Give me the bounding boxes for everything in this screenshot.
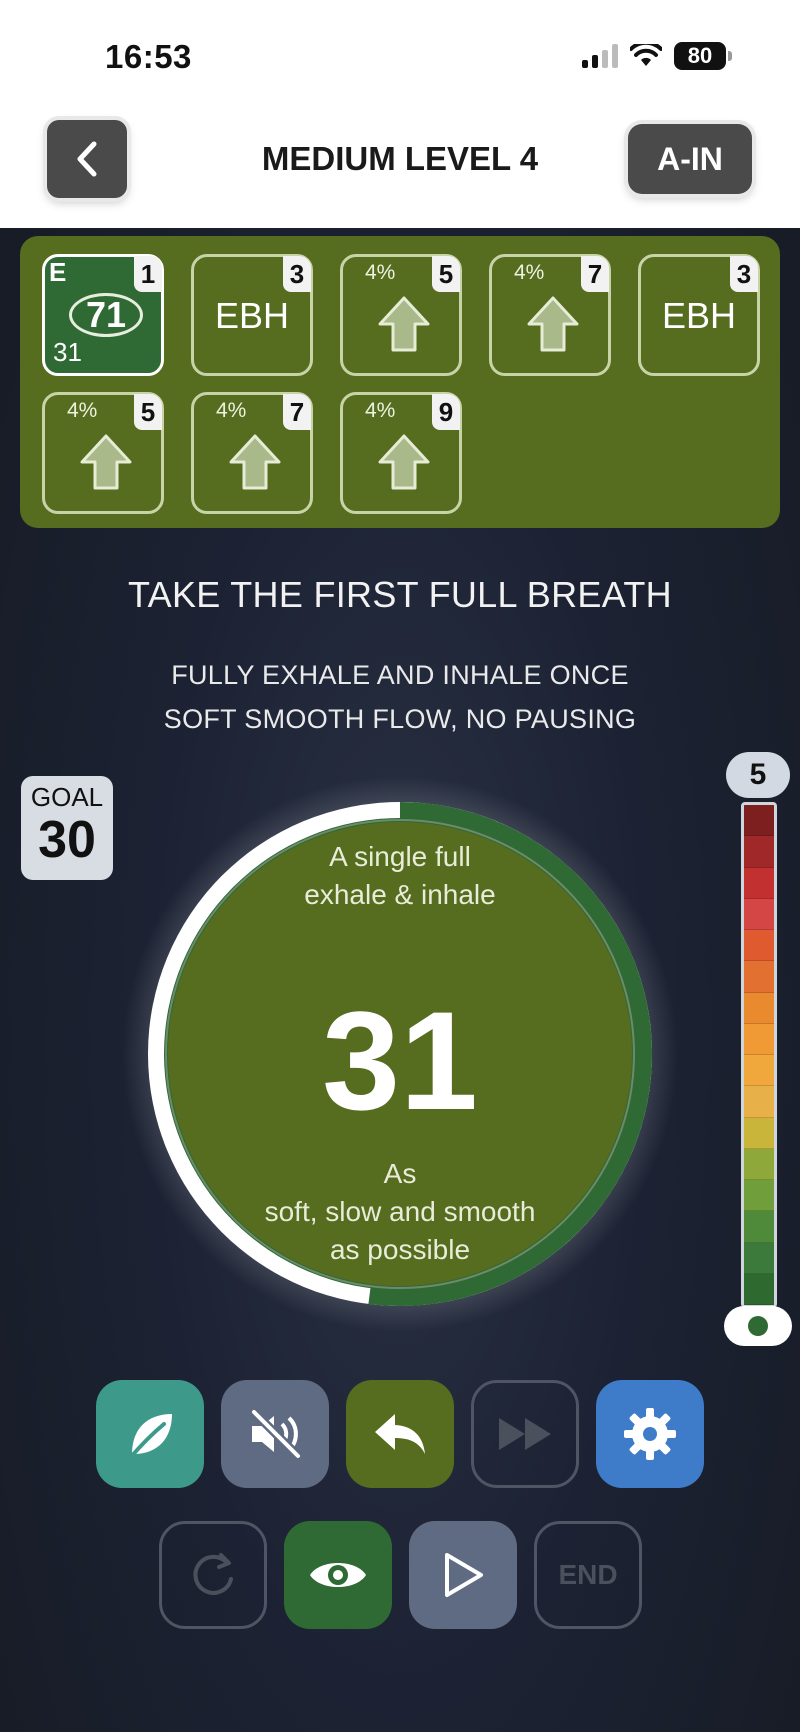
step-tile-4[interactable]: 4% 7 (489, 254, 611, 376)
view-button[interactable] (284, 1521, 392, 1629)
scale-segment (744, 1211, 774, 1243)
mute-icon (250, 1408, 302, 1460)
step-percent: 4% (365, 399, 396, 422)
step-percent: 4% (216, 399, 247, 422)
scale-segment (744, 836, 774, 868)
step-sub-value: 31 (53, 337, 82, 367)
cellular-signal-icon (582, 44, 618, 68)
scale-segment (744, 1117, 774, 1149)
step-number: 3 (730, 256, 758, 292)
step-tile-2[interactable]: 3 EBH (191, 254, 313, 376)
step-number: 5 (432, 256, 460, 292)
a-in-button[interactable]: A-IN (628, 124, 752, 194)
scale-segment (744, 1086, 774, 1118)
step-tile-5[interactable]: 3 EBH (638, 254, 760, 376)
status-icons: 80 (582, 42, 732, 70)
gear-icon (624, 1408, 676, 1460)
up-arrow-icon (229, 434, 281, 490)
step-letter: E (49, 257, 67, 287)
scale-segment (744, 1180, 774, 1212)
step-number: 9 (432, 394, 460, 430)
intensity-scale (741, 802, 777, 1308)
battery-indicator: 80 (674, 42, 732, 70)
wifi-icon (630, 44, 662, 66)
step-tile-3[interactable]: 4% 5 (340, 254, 462, 376)
step-number: 5 (134, 394, 162, 430)
leaf-button[interactable] (96, 1380, 204, 1488)
step-label: EBH (661, 295, 737, 336)
mute-button[interactable] (221, 1380, 329, 1488)
scale-segment (744, 867, 774, 899)
scale-segment (744, 898, 774, 930)
dial-bottom-line-1: As (383, 1158, 417, 1189)
steps-panel: E 1 71 31 3 EBH 4% 5 4% 7 3 EBH 4% 5 4% … (20, 236, 780, 528)
scale-segment (744, 1148, 774, 1180)
instruction-title: TAKE THE FIRST FULL BREATH (128, 574, 672, 615)
step-number: 7 (581, 256, 609, 292)
dial-top-line-2: exhale & inhale (304, 879, 496, 910)
slider-knob (748, 1316, 768, 1336)
up-arrow-icon (378, 434, 430, 490)
up-arrow-icon (80, 434, 132, 490)
dial-top-line-1: A single full (329, 841, 471, 872)
fast-forward-button[interactable] (471, 1380, 579, 1488)
top-bar: 16:53 80 MEDIUM LEVEL 4 A-IN (0, 0, 800, 228)
step-percent: 4% (514, 261, 545, 284)
step-percent: 4% (67, 399, 98, 422)
play-icon (445, 1553, 483, 1597)
end-label: END (558, 1559, 618, 1590)
status-time: 16:53 (105, 38, 192, 75)
scale-level-badge: 5 (726, 752, 790, 798)
scale-segment (744, 992, 774, 1024)
play-button[interactable] (409, 1521, 517, 1629)
reply-icon (375, 1414, 425, 1454)
step-number: 7 (283, 394, 311, 430)
step-percent: 4% (365, 261, 396, 284)
scale-slider-handle[interactable] (724, 1306, 792, 1346)
instruction-line-2: SOFT SMOOTH FLOW, NO PAUSING (163, 704, 637, 734)
instruction-line-1: FULLY EXHALE AND INHALE ONCE (171, 660, 629, 690)
step-tile-8[interactable]: 4% 9 (340, 392, 462, 514)
end-button[interactable]: END (534, 1521, 642, 1629)
step-tile-7[interactable]: 4% 7 (191, 392, 313, 514)
goal-label: GOAL (30, 782, 104, 812)
dial-bottom-line-3: as possible (329, 1234, 471, 1265)
scale-segment (744, 961, 774, 993)
scale-segment (744, 1023, 774, 1055)
scale-segment (744, 1055, 774, 1087)
step-label: EBH (214, 295, 290, 336)
restart-button[interactable] (159, 1521, 267, 1629)
scale-segment (744, 1242, 774, 1274)
scale-segment (744, 805, 774, 837)
leaf-icon (128, 1414, 172, 1460)
settings-button[interactable] (596, 1380, 704, 1488)
step-tile-1[interactable]: E 1 71 31 (42, 254, 164, 376)
eye-icon (310, 1563, 366, 1587)
fast-forward-icon (499, 1418, 551, 1450)
up-arrow-icon (527, 296, 579, 352)
step-number: 1 (134, 256, 162, 292)
step-value: 71 (69, 293, 143, 337)
dial-bottom-text: As soft, slow and smooth as possible (0, 1155, 800, 1269)
dial-bottom-line-2: soft, slow and smooth (264, 1196, 536, 1227)
restart-icon (193, 1553, 233, 1595)
reply-button[interactable] (346, 1380, 454, 1488)
scale-segment (744, 1273, 774, 1305)
dial-top-text: A single full exhale & inhale (0, 838, 800, 914)
breath-count: 31 (322, 982, 478, 1139)
scale-segment (744, 930, 774, 962)
step-number: 3 (283, 256, 311, 292)
step-tile-6[interactable]: 4% 5 (42, 392, 164, 514)
up-arrow-icon (378, 296, 430, 352)
